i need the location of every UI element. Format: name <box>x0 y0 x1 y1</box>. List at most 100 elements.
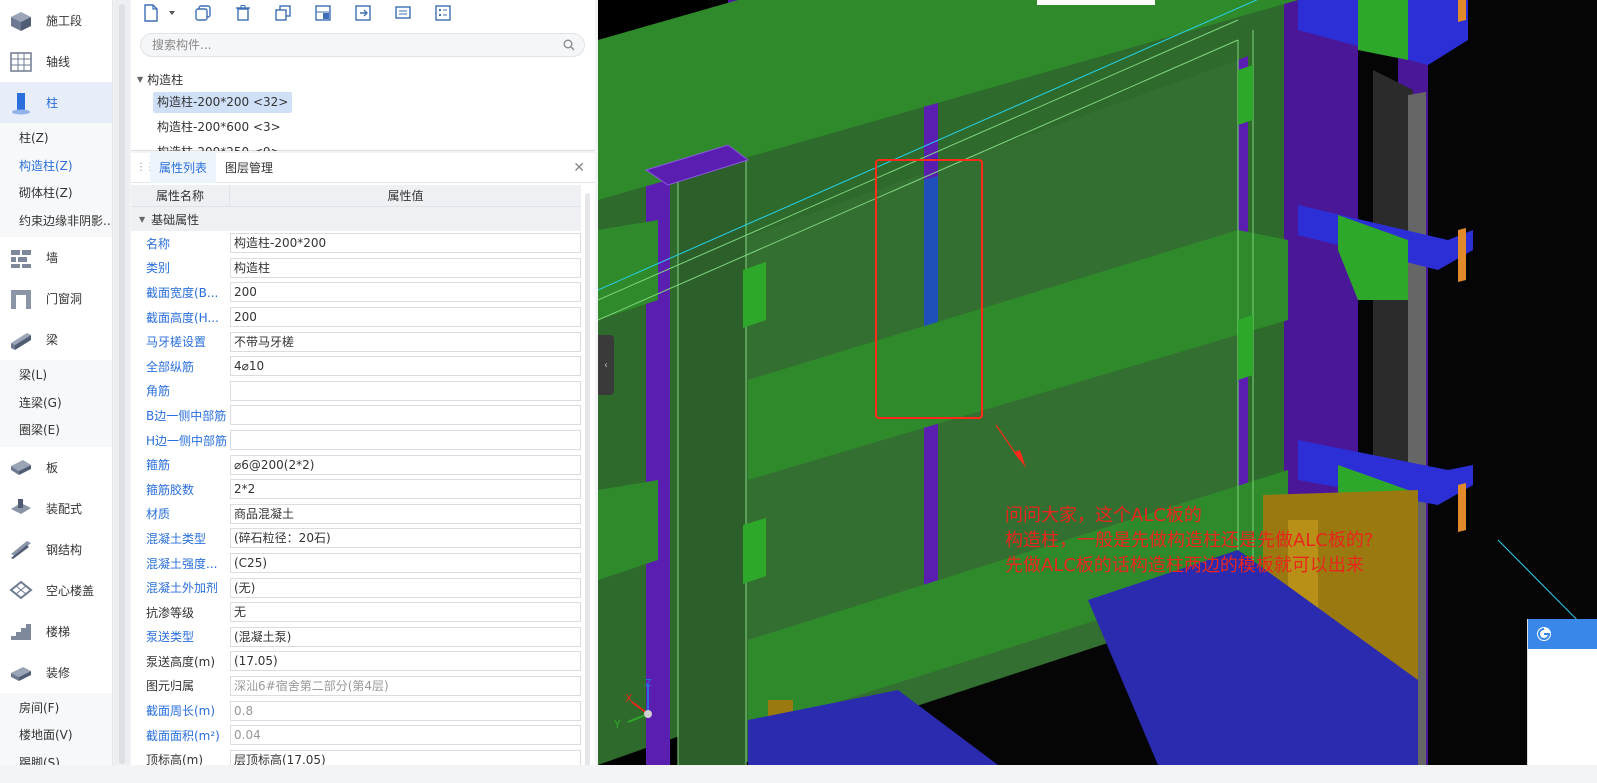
property-value-field[interactable]: ⌀6@200(2*2) <box>230 454 581 475</box>
property-row: 截面宽度(B... 200 <box>131 280 581 305</box>
collapse-panel-button[interactable]: ‹ <box>598 335 614 395</box>
property-value-field[interactable]: 无 <box>230 602 581 623</box>
copy-to-floor-button[interactable] <box>351 1 375 25</box>
app-logo-icon <box>1537 627 1551 641</box>
property-value-field[interactable]: (混凝土泵) <box>230 626 581 647</box>
new-component-dropdown[interactable] <box>167 1 177 25</box>
component-search-input[interactable] <box>141 34 541 56</box>
property-value-field[interactable]: (17.05) <box>230 651 581 672</box>
property-value-field[interactable]: (碎石粒径：20石) <box>230 528 581 549</box>
column-submenu: 柱(Z) 构造柱(Z) 砌体柱(Z) 约束边缘非阴影... <box>0 123 112 237</box>
property-row: 泵送高度(m) (17.05) <box>131 649 581 674</box>
tree-item[interactable]: 构造柱-200*600 <3> <box>153 117 285 138</box>
nav-door-window[interactable]: 门窗洞 <box>0 278 112 319</box>
property-value-field[interactable] <box>230 405 581 426</box>
nav-sub-masonry-column[interactable]: 砌体柱(Z) <box>0 180 112 208</box>
door-window-icon <box>8 287 34 311</box>
floor-copy-button[interactable] <box>311 1 335 25</box>
axis-gizmo: X Y Z <box>612 678 662 731</box>
property-row: 截面面积(m²) 0.04 <box>131 723 581 748</box>
tree-group-constructional-column[interactable]: ▼ 构造柱 <box>137 70 587 88</box>
property-value-field[interactable]: 4⌀10 <box>230 356 581 377</box>
list-view-button[interactable] <box>431 1 455 25</box>
side-popup[interactable] <box>1527 619 1597 765</box>
property-value-field[interactable]: 商品混凝土 <box>230 503 581 524</box>
tab-layer-management[interactable]: 图层管理 <box>216 153 282 183</box>
property-table: 属性名称 属性值 ▼ 基础属性 名称 构造柱-200*200 类别 构造柱 截面宽度(B… <box>131 185 581 772</box>
display-icon <box>395 6 411 19</box>
caret-down-icon[interactable]: ▼ <box>139 215 145 224</box>
delete-component-button[interactable] <box>231 1 255 25</box>
nav-scroll-gutter <box>114 0 130 783</box>
property-value-field[interactable]: 0.04 <box>230 725 581 746</box>
nav-sub-beam[interactable]: 梁(L) <box>0 362 112 390</box>
property-value-field[interactable] <box>230 380 581 401</box>
nav-stairs[interactable]: 楼梯 <box>0 611 112 652</box>
nav-sub-constructional-column[interactable]: 构造柱(Z) <box>0 153 112 181</box>
property-value-field[interactable]: 2*2 <box>230 479 581 500</box>
property-value-field[interactable]: (无) <box>230 577 581 598</box>
search-box <box>140 33 585 57</box>
beam-submenu: 梁(L) 连梁(G) 圈梁(E) <box>0 360 112 447</box>
nav-sub-floor-surface[interactable]: 楼地面(V) <box>0 722 112 750</box>
copy-icon <box>195 5 211 21</box>
nav-sub-ring-beam[interactable]: 圈梁(E) <box>0 417 112 445</box>
stairs-icon <box>8 619 34 643</box>
property-group-basic[interactable]: ▼ 基础属性 <box>131 207 581 231</box>
property-row: 图元归属 深汕6#宿舍第二部分(第4层) <box>131 674 581 699</box>
duplicate-layer-button[interactable] <box>271 1 295 25</box>
nav-prefab[interactable]: 装配式 <box>0 488 112 529</box>
property-row: 角筋 <box>131 379 581 404</box>
property-value-field[interactable]: 构造柱 <box>230 257 581 278</box>
nav-steel-structure[interactable]: 钢结构 <box>0 529 112 570</box>
property-name: 截面面积(m²) <box>146 728 220 743</box>
property-name: 材质 <box>146 507 171 522</box>
nav-slab[interactable]: 板 <box>0 447 112 488</box>
property-value-field[interactable] <box>230 430 581 451</box>
property-value-field[interactable]: 200 <box>230 307 581 328</box>
nav-column[interactable]: 柱 <box>0 82 112 123</box>
nav-sub-room[interactable]: 房间(F) <box>0 695 112 723</box>
property-value-field[interactable]: 不带马牙槎 <box>230 331 581 352</box>
nav-scrollbar[interactable] <box>119 4 125 764</box>
new-component-button[interactable] <box>139 1 163 25</box>
properties-scrollbar[interactable] <box>585 193 590 783</box>
tree-item[interactable]: 构造柱-200*200 <32> <box>153 92 293 113</box>
chevron-down-icon <box>169 11 175 15</box>
copy-component-button[interactable] <box>191 1 215 25</box>
property-row: 箍筋 ⌀6@200(2*2) <box>131 452 581 477</box>
property-row: 混凝土外加剂 (无) <box>131 575 581 600</box>
property-value-field[interactable]: (C25) <box>230 553 581 574</box>
column-icon <box>8 91 34 115</box>
display-settings-button[interactable] <box>391 1 415 25</box>
nav-hollow-floor[interactable]: 空心楼盖 <box>0 570 112 611</box>
search-icon[interactable] <box>563 39 575 54</box>
new-file-icon <box>144 4 158 22</box>
property-row: 材质 商品混凝土 <box>131 502 581 527</box>
nav-sub-coupling-beam[interactable]: 连梁(G) <box>0 390 112 418</box>
property-value-field[interactable]: 构造柱-200*200 <box>230 233 581 254</box>
decoration-icon <box>8 660 34 684</box>
close-icon[interactable]: ✕ <box>573 160 585 176</box>
hollow-floor-icon <box>8 578 34 602</box>
nav-wall[interactable]: 墙 <box>0 237 112 278</box>
property-name: 图元归属 <box>146 679 195 694</box>
property-name: 截面高度(H... <box>146 310 219 325</box>
caret-down-icon[interactable]: ▼ <box>137 75 143 84</box>
property-value-field[interactable]: 200 <box>230 282 581 303</box>
nav-grid-axis[interactable]: 轴线 <box>0 41 112 82</box>
property-name: 全部纵筋 <box>146 359 195 374</box>
3d-viewport[interactable] <box>598 0 1597 765</box>
property-value-field[interactable]: 深汕6#宿舍第二部分(第4层) <box>230 675 581 696</box>
nav-construction-section[interactable]: 施工段 <box>0 0 112 41</box>
property-value-field[interactable]: 0.8 <box>230 700 581 721</box>
nav-decoration[interactable]: 装修 <box>0 652 112 693</box>
component-toolbar <box>139 0 471 26</box>
drag-handle-icon[interactable]: ⋮⋮ <box>136 162 155 173</box>
nav-sub-column[interactable]: 柱(Z) <box>0 125 112 153</box>
export-floor-icon <box>355 5 371 21</box>
tree-item[interactable]: 构造柱-200*250 <9> <box>153 142 285 151</box>
nav-sub-edge-member[interactable]: 约束边缘非阴影... <box>0 208 112 236</box>
tab-property-list[interactable]: 属性列表 <box>150 152 217 183</box>
nav-beam[interactable]: 梁 <box>0 319 112 360</box>
